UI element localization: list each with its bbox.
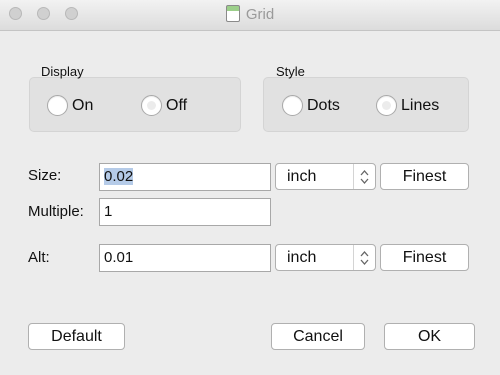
title-bar: Grid: [0, 0, 500, 31]
window-title: Grid: [0, 5, 500, 24]
radio-label: Dots: [307, 96, 340, 114]
display-off-radio[interactable]: Off: [141, 95, 187, 116]
style-lines-radio[interactable]: Lines: [376, 95, 439, 116]
alt-label: Alt:: [28, 249, 50, 266]
size-unit-select[interactable]: inch: [275, 163, 376, 190]
size-label: Size:: [28, 167, 62, 184]
display-group-label: Display: [41, 64, 84, 79]
radio-circle: [282, 95, 303, 116]
size-value: 0.02: [104, 168, 134, 185]
alt-value: 0.01: [104, 249, 134, 266]
stepper-arrows-icon: [353, 164, 375, 189]
alt-finest-button[interactable]: Finest: [380, 244, 469, 271]
ok-button[interactable]: OK: [384, 323, 475, 350]
size-input[interactable]: 0.02: [99, 163, 271, 191]
radio-label: Lines: [401, 96, 440, 114]
style-dots-radio[interactable]: Dots: [282, 95, 340, 116]
multiple-input[interactable]: 1: [99, 198, 271, 226]
alt-input[interactable]: 0.01: [99, 244, 271, 272]
radio-label: On: [72, 96, 94, 114]
size-unit-value: inch: [287, 168, 317, 185]
multiple-value: 1: [104, 203, 113, 220]
alt-unit-select[interactable]: inch: [275, 244, 376, 271]
radio-circle: [47, 95, 68, 116]
size-finest-button[interactable]: Finest: [380, 163, 469, 190]
alt-unit-value: inch: [287, 249, 317, 266]
document-icon: [225, 5, 240, 22]
radio-circle: [376, 95, 397, 116]
display-on-radio[interactable]: On: [47, 95, 93, 116]
stepper-arrows-icon: [353, 245, 375, 270]
style-group-label: Style: [276, 64, 305, 79]
default-button[interactable]: Default: [28, 323, 125, 350]
multiple-label: Multiple:: [28, 203, 84, 220]
radio-label: Off: [166, 96, 188, 114]
radio-circle: [141, 95, 162, 116]
cancel-button[interactable]: Cancel: [271, 323, 365, 350]
